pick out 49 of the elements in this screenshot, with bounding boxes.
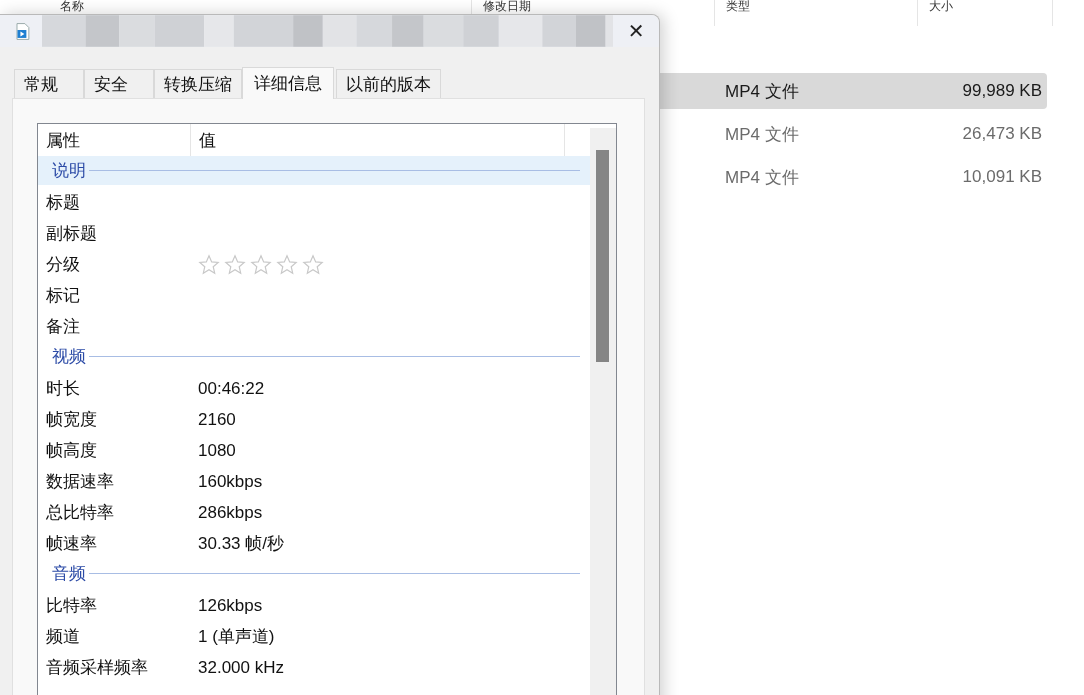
property-name: 分级	[46, 254, 81, 276]
empty-star-icon[interactable]	[276, 253, 298, 276]
tab[interactable]: 安全	[84, 69, 154, 98]
property-name: 标题	[46, 192, 81, 214]
empty-star-icon[interactable]	[198, 253, 220, 276]
group-label: 视频	[52, 346, 86, 368]
tab[interactable]: 常规	[14, 69, 84, 98]
property-value: 160kbps	[198, 471, 264, 492]
property-value: 30.33 帧/秒	[198, 533, 285, 555]
file-size: 99,989 KB	[961, 81, 1043, 101]
group-label: 说明	[52, 160, 86, 182]
file-type: MP4 文件	[724, 166, 800, 189]
scrollbar[interactable]	[590, 128, 616, 695]
property-name: 标记	[46, 285, 81, 307]
tab[interactable]: 转换压缩	[154, 69, 242, 98]
property-name: 备注	[46, 316, 81, 338]
column-header[interactable]: 大小	[918, 0, 1053, 26]
tab[interactable]: 详细信息	[242, 67, 334, 99]
property-name: 数据速率	[46, 471, 115, 493]
file-size: 26,473 KB	[961, 124, 1043, 144]
empty-star-icon[interactable]	[224, 253, 246, 276]
property-name: 频道	[46, 626, 81, 648]
property-name: 帧宽度	[46, 409, 98, 431]
file-type: MP4 文件	[724, 80, 800, 103]
tab[interactable]: 以前的版本	[336, 69, 441, 98]
property-name: 副标题	[46, 223, 98, 245]
group-row[interactable]: 说明	[38, 156, 590, 185]
property-value: 00:46:22	[198, 378, 266, 399]
file-type: MP4 文件	[724, 123, 800, 146]
property-name: 帧速率	[46, 533, 98, 555]
column-header[interactable]: 类型	[715, 0, 918, 26]
property-value: 32.000 kHz	[198, 657, 285, 678]
property-value: 1080	[198, 440, 237, 461]
property-name: 总比特率	[46, 502, 115, 524]
property-value: 1 (单声道)	[198, 626, 276, 648]
empty-star-icon[interactable]	[250, 253, 272, 276]
group-label: 音频	[52, 563, 86, 585]
property-name: 时长	[46, 378, 81, 400]
empty-star-icon[interactable]	[302, 253, 324, 276]
property-name: 比特率	[46, 595, 98, 617]
property-name: 帧高度	[46, 440, 98, 462]
property-name: 音频采样频率	[46, 657, 149, 679]
file-size: 10,091 KB	[961, 167, 1043, 187]
group-row[interactable]: 视频	[38, 342, 590, 371]
property-value: 2160	[198, 409, 237, 430]
property-value: 286kbps	[198, 502, 264, 523]
group-row[interactable]: 音频	[38, 559, 590, 588]
property-value: 126kbps	[198, 595, 264, 616]
video-file-icon	[16, 22, 30, 40]
